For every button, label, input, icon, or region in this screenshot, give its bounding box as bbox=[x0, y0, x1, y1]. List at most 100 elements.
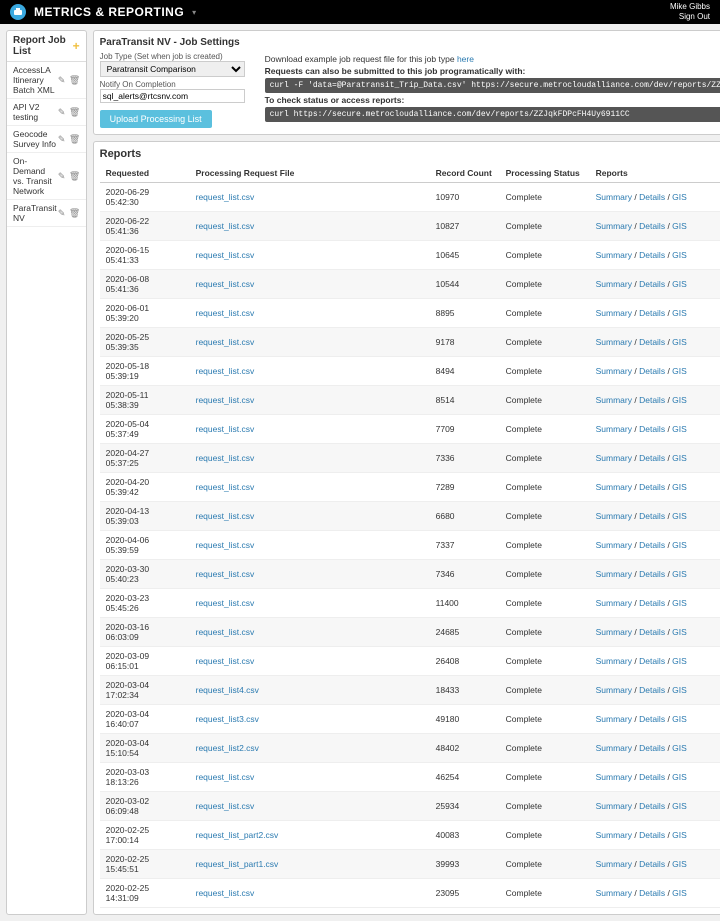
request-file-link[interactable]: request_list3.csv bbox=[196, 714, 259, 724]
request-file-link[interactable]: request_list2.csv bbox=[196, 743, 259, 753]
request-file-link[interactable]: request_list.csv bbox=[196, 221, 255, 231]
summary-link[interactable]: Summary bbox=[596, 888, 632, 898]
details-link[interactable]: Details bbox=[639, 656, 665, 666]
summary-link[interactable]: Summary bbox=[596, 627, 632, 637]
request-file-link[interactable]: request_list4.csv bbox=[196, 685, 259, 695]
request-file-link[interactable]: request_list.csv bbox=[196, 366, 255, 376]
request-file-link[interactable]: request_list.csv bbox=[196, 627, 255, 637]
trash-icon[interactable]: 🗑 bbox=[70, 171, 80, 181]
summary-link[interactable]: Summary bbox=[596, 656, 632, 666]
details-link[interactable]: Details bbox=[639, 395, 665, 405]
details-link[interactable]: Details bbox=[639, 511, 665, 521]
summary-link[interactable]: Summary bbox=[596, 511, 632, 521]
gis-link[interactable]: GIS bbox=[672, 511, 687, 521]
gis-link[interactable]: GIS bbox=[672, 598, 687, 608]
request-file-link[interactable]: request_list.csv bbox=[196, 279, 255, 289]
details-link[interactable]: Details bbox=[639, 714, 665, 724]
job-item[interactable]: AccessLA Itinerary Batch XML✎🗑 bbox=[7, 62, 86, 99]
chevron-down-icon[interactable]: ▾ bbox=[192, 8, 196, 17]
details-link[interactable]: Details bbox=[639, 772, 665, 782]
summary-link[interactable]: Summary bbox=[596, 366, 632, 376]
job-type-select[interactable]: Paratransit Comparison bbox=[100, 61, 245, 77]
request-file-link[interactable]: request_list.csv bbox=[196, 424, 255, 434]
gis-link[interactable]: GIS bbox=[672, 859, 687, 869]
summary-link[interactable]: Summary bbox=[596, 685, 632, 695]
job-item[interactable]: Geocode Survey Info✎🗑 bbox=[7, 126, 86, 153]
gis-link[interactable]: GIS bbox=[672, 308, 687, 318]
details-link[interactable]: Details bbox=[639, 830, 665, 840]
details-link[interactable]: Details bbox=[639, 888, 665, 898]
summary-link[interactable]: Summary bbox=[596, 830, 632, 840]
gis-link[interactable]: GIS bbox=[672, 627, 687, 637]
summary-link[interactable]: Summary bbox=[596, 221, 632, 231]
gis-link[interactable]: GIS bbox=[672, 221, 687, 231]
summary-link[interactable]: Summary bbox=[596, 395, 632, 405]
details-link[interactable]: Details bbox=[639, 337, 665, 347]
summary-link[interactable]: Summary bbox=[596, 714, 632, 724]
gis-link[interactable]: GIS bbox=[672, 714, 687, 724]
details-link[interactable]: Details bbox=[639, 250, 665, 260]
request-file-link[interactable]: request_list_part1.csv bbox=[196, 859, 279, 869]
summary-link[interactable]: Summary bbox=[596, 598, 632, 608]
brand-title[interactable]: Metrics & Reporting bbox=[34, 5, 184, 19]
request-file-link[interactable]: request_list.csv bbox=[196, 192, 255, 202]
trash-icon[interactable]: 🗑 bbox=[70, 107, 80, 117]
request-file-link[interactable]: request_list_part2.csv bbox=[196, 830, 279, 840]
gis-link[interactable]: GIS bbox=[672, 192, 687, 202]
gis-link[interactable]: GIS bbox=[672, 337, 687, 347]
gis-link[interactable]: GIS bbox=[672, 830, 687, 840]
details-link[interactable]: Details bbox=[639, 801, 665, 811]
gis-link[interactable]: GIS bbox=[672, 888, 687, 898]
summary-link[interactable]: Summary bbox=[596, 250, 632, 260]
job-item[interactable]: ParaTransit NV✎🗑 bbox=[7, 200, 86, 227]
gis-link[interactable]: GIS bbox=[672, 366, 687, 376]
summary-link[interactable]: Summary bbox=[596, 801, 632, 811]
request-file-link[interactable]: request_list.csv bbox=[196, 337, 255, 347]
gis-link[interactable]: GIS bbox=[672, 656, 687, 666]
summary-link[interactable]: Summary bbox=[596, 859, 632, 869]
gis-link[interactable]: GIS bbox=[672, 569, 687, 579]
details-link[interactable]: Details bbox=[639, 540, 665, 550]
edit-icon[interactable]: ✎ bbox=[57, 107, 67, 117]
summary-link[interactable]: Summary bbox=[596, 482, 632, 492]
summary-link[interactable]: Summary bbox=[596, 337, 632, 347]
trash-icon[interactable]: 🗑 bbox=[70, 134, 80, 144]
request-file-link[interactable]: request_list.csv bbox=[196, 598, 255, 608]
summary-link[interactable]: Summary bbox=[596, 424, 632, 434]
summary-link[interactable]: Summary bbox=[596, 192, 632, 202]
download-example-link[interactable]: here bbox=[457, 54, 474, 64]
request-file-link[interactable]: request_list.csv bbox=[196, 888, 255, 898]
trash-icon[interactable]: 🗑 bbox=[70, 208, 80, 218]
request-file-link[interactable]: request_list.csv bbox=[196, 540, 255, 550]
request-file-link[interactable]: request_list.csv bbox=[196, 308, 255, 318]
details-link[interactable]: Details bbox=[639, 569, 665, 579]
summary-link[interactable]: Summary bbox=[596, 743, 632, 753]
summary-link[interactable]: Summary bbox=[596, 279, 632, 289]
gis-link[interactable]: GIS bbox=[672, 424, 687, 434]
details-link[interactable]: Details bbox=[639, 598, 665, 608]
request-file-link[interactable]: request_list.csv bbox=[196, 250, 255, 260]
request-file-link[interactable]: request_list.csv bbox=[196, 569, 255, 579]
edit-icon[interactable]: ✎ bbox=[57, 134, 67, 144]
details-link[interactable]: Details bbox=[639, 221, 665, 231]
gis-link[interactable]: GIS bbox=[672, 772, 687, 782]
details-link[interactable]: Details bbox=[639, 366, 665, 376]
gis-link[interactable]: GIS bbox=[672, 801, 687, 811]
details-link[interactable]: Details bbox=[639, 627, 665, 637]
gis-link[interactable]: GIS bbox=[672, 453, 687, 463]
request-file-link[interactable]: request_list.csv bbox=[196, 511, 255, 521]
request-file-link[interactable]: request_list.csv bbox=[196, 801, 255, 811]
job-item[interactable]: API V2 testing✎🗑 bbox=[7, 99, 86, 126]
gis-link[interactable]: GIS bbox=[672, 685, 687, 695]
details-link[interactable]: Details bbox=[639, 279, 665, 289]
edit-icon[interactable]: ✎ bbox=[57, 208, 67, 218]
user-name[interactable]: Mike Gibbs bbox=[670, 2, 710, 12]
details-link[interactable]: Details bbox=[639, 308, 665, 318]
add-job-icon[interactable]: + bbox=[73, 39, 80, 53]
summary-link[interactable]: Summary bbox=[596, 569, 632, 579]
request-file-link[interactable]: request_list.csv bbox=[196, 482, 255, 492]
summary-link[interactable]: Summary bbox=[596, 772, 632, 782]
details-link[interactable]: Details bbox=[639, 453, 665, 463]
trash-icon[interactable]: 🗑 bbox=[70, 75, 80, 85]
gis-link[interactable]: GIS bbox=[672, 250, 687, 260]
